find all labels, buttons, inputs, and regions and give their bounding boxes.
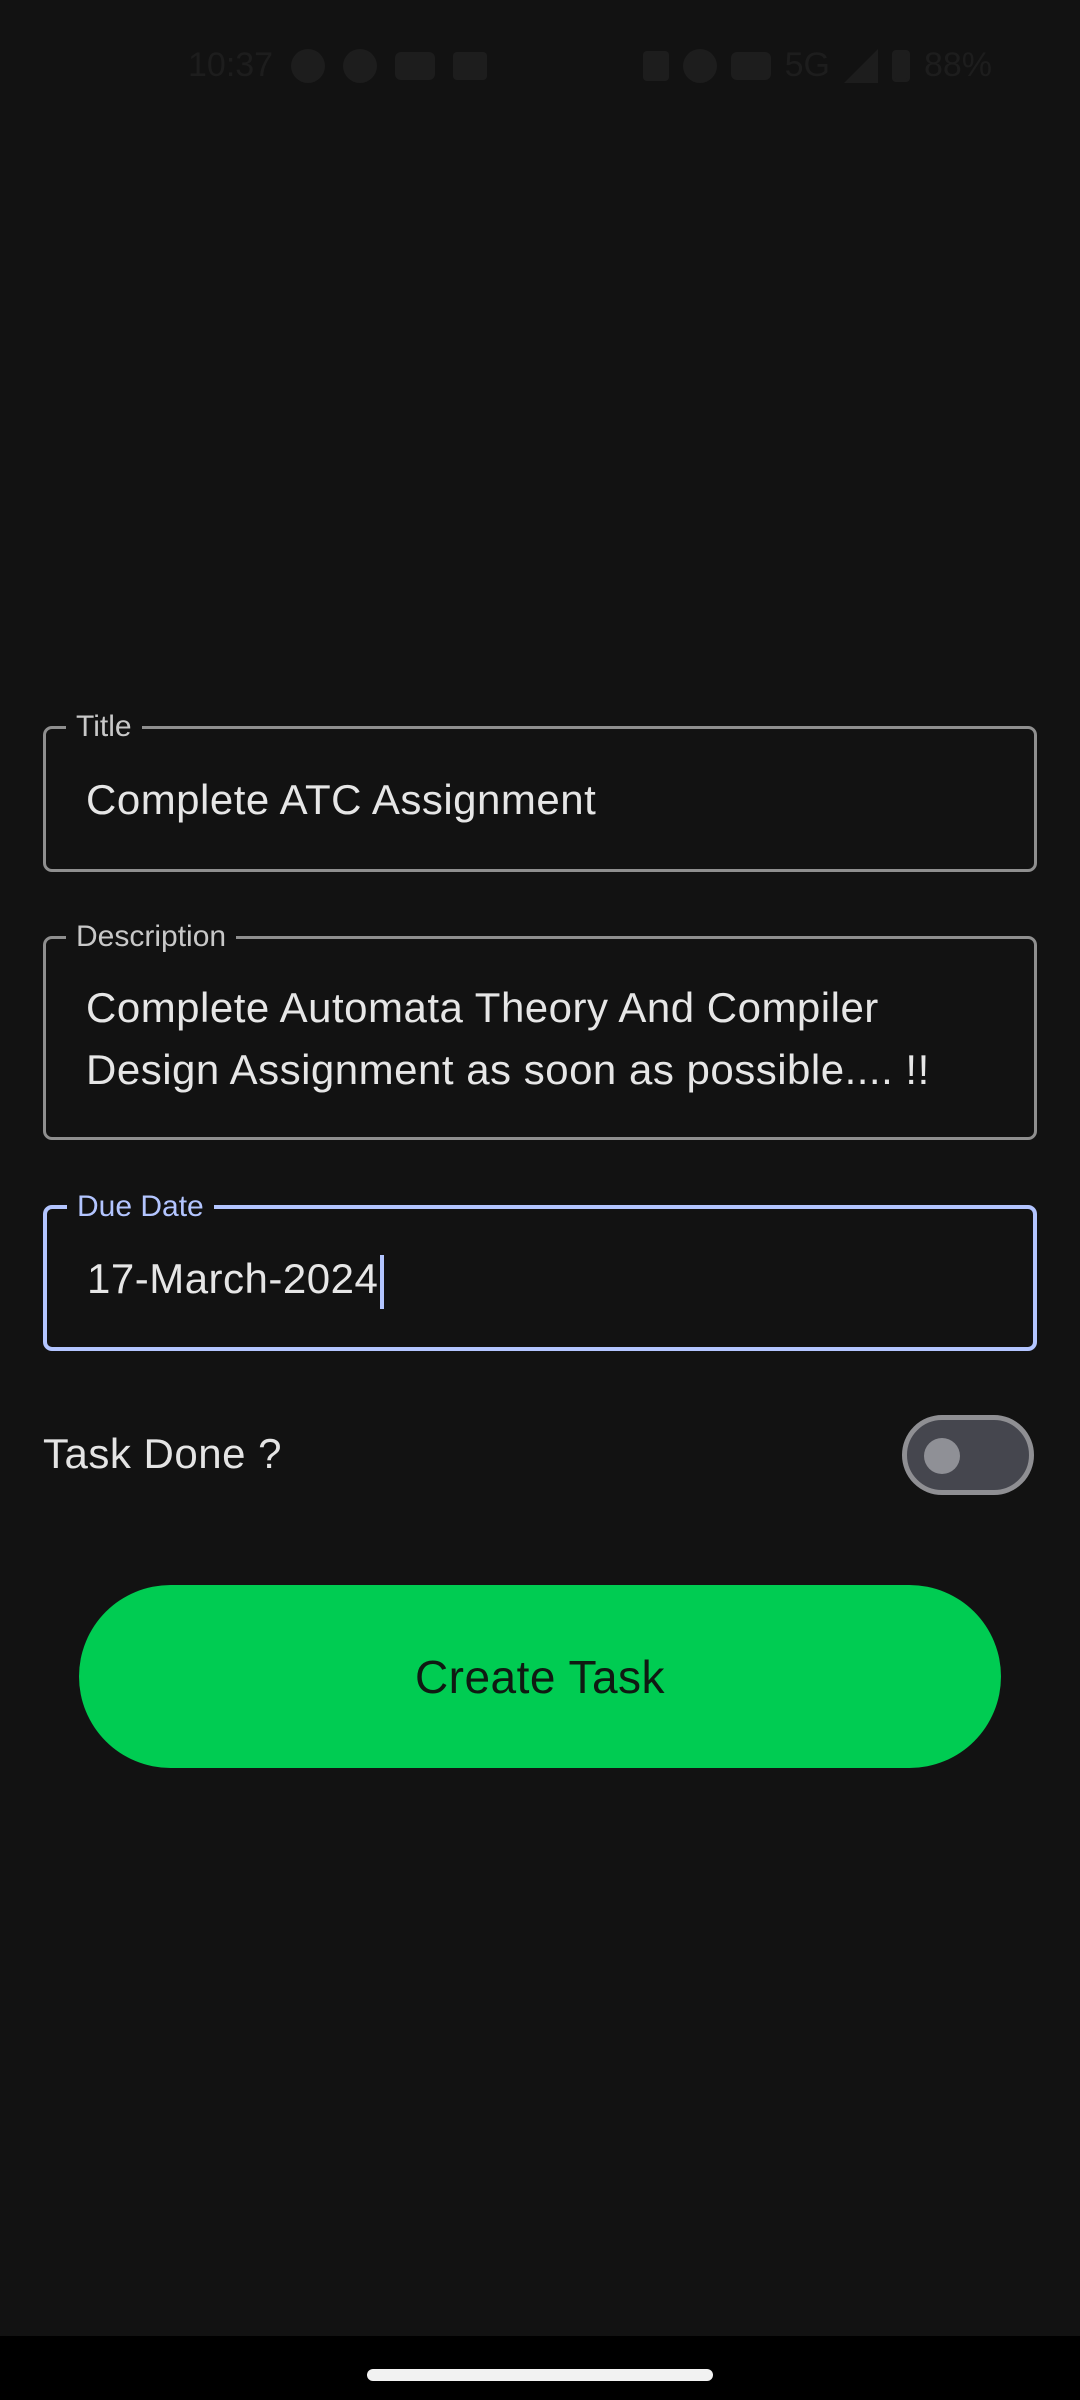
- due-date-field-label: Due Date: [67, 1190, 214, 1224]
- due-date-text: 17-March-2024: [87, 1255, 379, 1302]
- navigation-bar: [0, 2336, 1080, 2400]
- description-line-1: Complete Automata Theory And Compiler: [86, 984, 879, 1031]
- description-line-2: Design Assignment as soon as possible...…: [86, 1046, 930, 1093]
- title-field-value[interactable]: Complete ATC Assignment: [86, 769, 994, 831]
- gesture-handle[interactable]: [367, 2369, 713, 2381]
- create-task-button[interactable]: Create Task: [79, 1585, 1001, 1768]
- hotspot-icon: [682, 48, 717, 83]
- github-icon: [343, 48, 378, 83]
- description-field-label: Description: [66, 920, 237, 954]
- text-cursor: [380, 1254, 385, 1309]
- due-date-field-value[interactable]: 17-March-2024: [87, 1248, 993, 1310]
- network-type: 5G: [784, 46, 830, 84]
- gmail-icon: [453, 51, 488, 80]
- switch-thumb: [924, 1438, 960, 1474]
- bluetooth-icon: [642, 50, 669, 81]
- title-field-label: Title: [66, 710, 142, 744]
- description-field-value[interactable]: Complete Automata Theory And Compiler De…: [86, 977, 994, 1101]
- task-done-label: Task Done ?: [43, 1430, 282, 1477]
- status-time: 10:37: [188, 46, 274, 84]
- whatsapp-icon: [291, 48, 326, 83]
- status-bar: 10:37 5G 88%: [0, 0, 1080, 135]
- signal-icon: [843, 48, 878, 83]
- youtube-icon: [395, 51, 436, 80]
- due-date-field[interactable]: Due Date 17-March-2024: [43, 1190, 1037, 1351]
- description-field[interactable]: Description Complete Automata Theory And…: [43, 920, 1037, 1140]
- task-done-switch[interactable]: [902, 1415, 1034, 1495]
- battery-level: 88%: [923, 46, 992, 84]
- battery-icon: [891, 49, 910, 82]
- volte-icon: [730, 51, 771, 80]
- title-field[interactable]: Title Complete ATC Assignment: [43, 710, 1037, 872]
